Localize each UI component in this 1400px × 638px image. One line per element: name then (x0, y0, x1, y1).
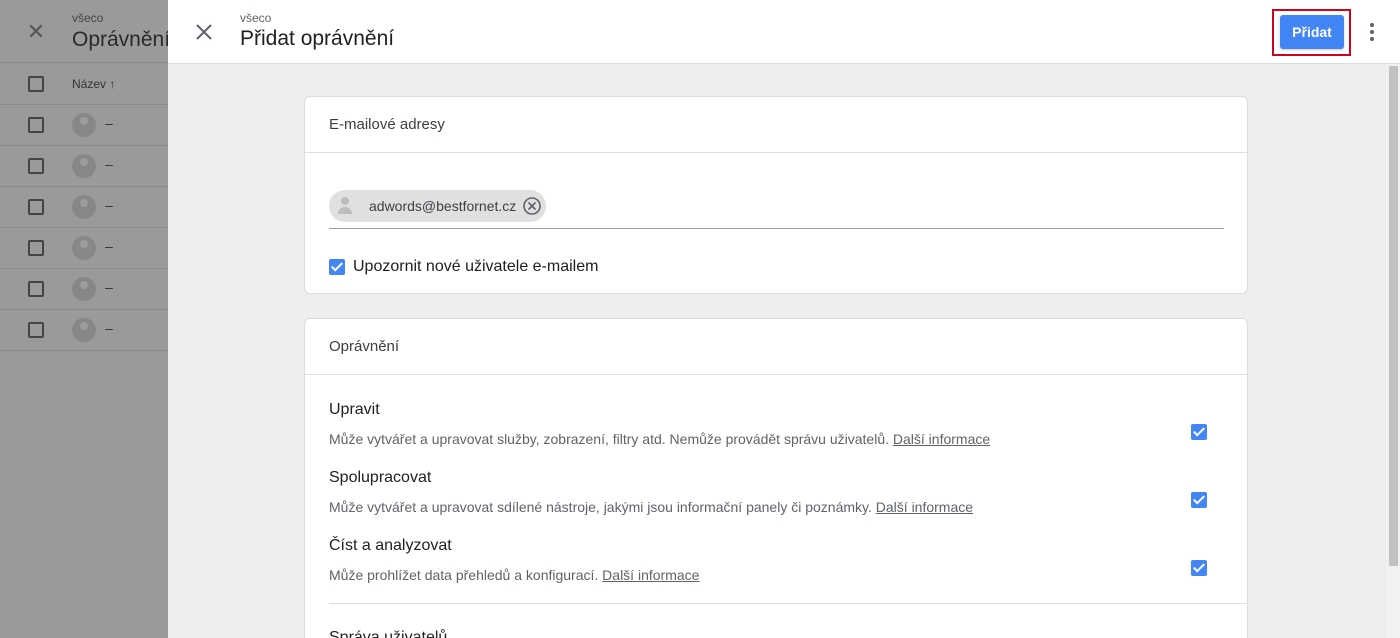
permission-description: Může prohlížet data přehledů a konfigura… (329, 567, 1224, 583)
breadcrumb: všeco (240, 11, 272, 25)
row-name: – (105, 320, 113, 336)
permission-name: Upravit (329, 401, 380, 418)
background-title: Oprávnění (72, 28, 171, 51)
panel-header: všeco Přidat oprávnění Přidat (168, 0, 1400, 64)
email-card-title: E-mailové adresy (305, 97, 1247, 153)
row-checkbox (28, 199, 44, 215)
permission-item-edit: Upravit Může vytvářet a upravovat služby… (329, 401, 1224, 447)
more-vert-icon (1370, 23, 1374, 27)
permission-description: Může vytvářet a upravovat sdílené nástro… (329, 499, 1224, 515)
table-row: – (0, 187, 168, 228)
email-card: E-mailové adresy adwords@bestfornet.cz U… (304, 96, 1248, 294)
divider (329, 603, 1248, 604)
row-name: – (105, 238, 113, 254)
avatar (72, 113, 96, 137)
permission-name-manage-users: Správa uživatelů (329, 629, 448, 638)
permission-item-collaborate: Spolupracovat Může vytvářet a upravovat … (329, 469, 1224, 515)
table-row: – (0, 146, 168, 187)
email-chip-text: adwords@bestfornet.cz (369, 198, 517, 214)
more-options-button[interactable] (1362, 20, 1382, 44)
row-checkbox (28, 322, 44, 338)
row-name: – (105, 115, 113, 131)
learn-more-link[interactable]: Další informace (893, 431, 990, 447)
permission-checkbox-edit[interactable] (1191, 424, 1207, 440)
person-icon (333, 194, 357, 218)
permission-description-text: Může vytvářet a upravovat sdílené nástro… (329, 499, 872, 515)
email-input[interactable]: adwords@bestfornet.cz (329, 189, 1224, 229)
learn-more-link[interactable]: Další informace (876, 499, 973, 515)
avatar (72, 236, 96, 260)
table-row: – (0, 269, 168, 310)
row-checkbox (28, 281, 44, 297)
close-icon (196, 24, 212, 40)
avatar (72, 195, 96, 219)
row-name: – (105, 279, 113, 295)
scrollbar-thumb[interactable] (1389, 66, 1398, 566)
close-button[interactable] (192, 20, 216, 44)
table-row: – (0, 310, 168, 351)
avatar (72, 277, 96, 301)
notify-option[interactable]: Upozornit nové uživatele e-mailem (329, 258, 598, 276)
permission-name: Číst a analyzovat (329, 537, 452, 554)
table-row: – (0, 228, 168, 269)
column-name-label: Název ↑ (72, 77, 116, 91)
add-permissions-panel: všeco Přidat oprávnění Přidat E-mailové … (168, 0, 1400, 638)
background-close-icon: ✕ (26, 19, 46, 44)
row-name: – (105, 197, 113, 213)
permission-name: Spolupracovat (329, 469, 432, 486)
select-all-checkbox (28, 76, 44, 92)
background-breadcrumb: všeco (72, 11, 104, 25)
permission-item-read-analyze: Číst a analyzovat Může prohlížet data př… (329, 537, 1224, 583)
permission-description-text: Může prohlížet data přehledů a konfigura… (329, 567, 599, 583)
more-vert-icon-dot (1370, 30, 1374, 34)
background-column-header: Název ↑ (0, 63, 168, 105)
permission-checkbox-collaborate[interactable] (1191, 492, 1207, 508)
notify-checkbox[interactable] (329, 259, 345, 275)
avatar (72, 154, 96, 178)
row-checkbox (28, 240, 44, 256)
permissions-card: Oprávnění Upravit Může vytvářet a upravo… (304, 318, 1248, 638)
permission-checkbox-read-analyze[interactable] (1191, 560, 1207, 576)
row-name: – (105, 156, 113, 172)
table-row: – (0, 105, 168, 146)
more-vert-icon-dot (1370, 37, 1374, 41)
permission-description: Může vytvářet a upravovat služby, zobraz… (329, 431, 1224, 447)
notify-label: Upozornit nové uživatele e-mailem (353, 258, 599, 275)
row-checkbox (28, 117, 44, 133)
row-checkbox (28, 158, 44, 174)
add-button[interactable]: Přidat (1280, 15, 1344, 49)
permission-description-text: Může vytvářet a upravovat služby, zobraz… (329, 431, 889, 447)
email-chip: adwords@bestfornet.cz (329, 190, 547, 222)
page-title: Přidat oprávnění (240, 27, 395, 50)
avatar (72, 318, 96, 342)
learn-more-link[interactable]: Další informace (602, 567, 699, 583)
remove-chip-icon[interactable] (522, 196, 542, 216)
permissions-card-title: Oprávnění (305, 319, 1247, 375)
background-header: ✕ všeco Oprávnění (0, 0, 171, 63)
